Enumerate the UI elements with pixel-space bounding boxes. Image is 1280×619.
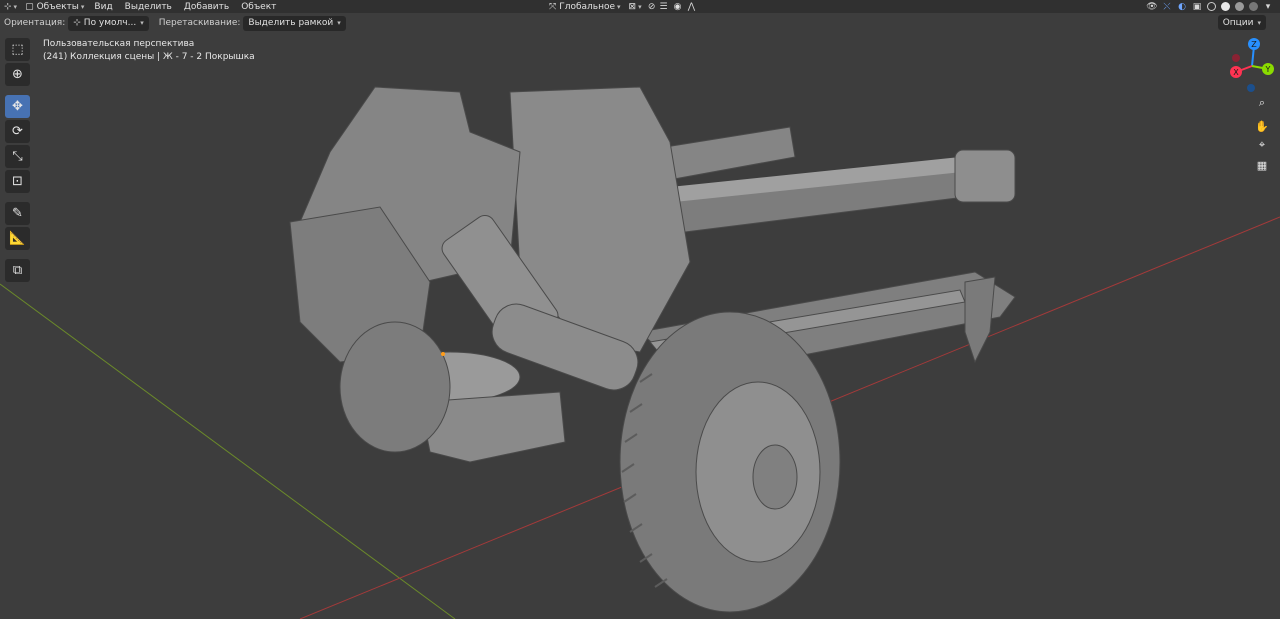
drag-label: Перетаскивание:	[158, 18, 241, 28]
3d-viewport[interactable]: Пользовательская перспектива (241) Колле…	[0, 32, 1280, 619]
gizmo-toggle-icon[interactable]: ⤬	[1161, 1, 1173, 13]
viewport-header: ⊹ ▾ ▢ Объекты ▾ Вид Выделить Добавить Объек…	[0, 0, 1280, 13]
grid-perspective-icon[interactable]: ▦	[1253, 156, 1271, 174]
tool-settings-header: Ориентация: ⊹ По умолч... ▾ Перетаскивание…	[0, 14, 1280, 32]
overlays-icon[interactable]: ◐	[1176, 1, 1188, 13]
gizmo-neg-x[interactable]	[1232, 54, 1240, 62]
transform-icon[interactable]: ⊡	[5, 170, 30, 193]
rendered-shading-icon[interactable]	[1249, 2, 1258, 11]
menu-object[interactable]: Объект	[235, 2, 282, 12]
3d-cursor	[441, 352, 445, 356]
svg-text:Z: Z	[1251, 40, 1257, 49]
collection-info: (241) Коллекция сцены | Ж - 7 - 2 Покрыш…	[43, 52, 255, 62]
solid-shading-icon[interactable]	[1221, 2, 1230, 11]
pivot-icon: ⊠	[628, 1, 637, 12]
drag-select[interactable]: Выделить рамкой ▾	[243, 15, 346, 31]
pivot-point-select[interactable]: ⊠ ▾	[625, 0, 646, 13]
shading-options-icon[interactable]: ▾	[1262, 1, 1274, 13]
gizmo-neg-z[interactable]	[1247, 84, 1255, 92]
editor-type-button[interactable]: ⊹ ▾	[0, 0, 21, 13]
proportional-icon: ◉	[673, 1, 682, 12]
transform-orientation-select[interactable]: ⤧ Глобальное ▾	[545, 0, 625, 13]
camera-icon[interactable]: ⌖	[1253, 136, 1271, 154]
viewport-info: Пользовательская перспектива (241) Колле…	[43, 38, 255, 64]
view-name: Пользовательская перспектива	[43, 39, 195, 49]
cursor-icon[interactable]: ⊕	[5, 63, 30, 86]
object-mode-icon: ▢	[25, 1, 34, 12]
chevron-down-icon: ▾	[1257, 18, 1261, 27]
options-button[interactable]: Опции ▾	[1217, 15, 1266, 30]
move-icon[interactable]: ✥	[5, 95, 30, 118]
falloff-icon[interactable]: ⋀	[685, 1, 697, 13]
svg-text:Y: Y	[1265, 65, 1271, 74]
material-shading-icon[interactable]	[1235, 2, 1244, 11]
orientation-label: Ориентация:	[4, 18, 66, 28]
toolbar: ⬚ ⊕ ✥ ⟳ ⤡ ⊡ ✎ 📐 ⧉	[5, 38, 30, 282]
snap-target-icon[interactable]: ☰	[658, 1, 670, 13]
orientation-icon: ⊹	[73, 18, 81, 28]
select-box-icon[interactable]: ⬚	[5, 38, 30, 61]
chevron-down-icon: ▾	[80, 2, 85, 11]
proportional-edit-toggle[interactable]: ◉	[670, 0, 686, 13]
menu-select[interactable]: Выделить	[119, 2, 178, 12]
chevron-down-icon: ▾	[337, 19, 341, 27]
visibility-icon[interactable]: 👁	[1146, 1, 1158, 13]
chevron-down-icon: ▾	[638, 2, 642, 11]
snap-icon[interactable]: ⊘	[646, 1, 658, 13]
zoom-icon[interactable]: ⌕	[1253, 94, 1271, 112]
chevron-down-icon: ▾	[13, 2, 18, 11]
mode-select[interactable]: ▢ Объекты ▾	[21, 0, 88, 13]
navigation-gizmo[interactable]: Z X Y	[1210, 36, 1280, 106]
pan-hand-icon[interactable]: ✋	[1253, 117, 1271, 135]
measure-icon[interactable]: 📐	[5, 227, 30, 250]
menu-add[interactable]: Добавить	[178, 2, 235, 12]
add-cube-icon[interactable]: ⧉	[5, 259, 30, 282]
annotate-icon[interactable]: ✎	[5, 202, 30, 225]
svg-text:X: X	[1233, 68, 1239, 77]
editor-type-icon: ⊹	[4, 1, 12, 12]
gun-model[interactable]	[289, 86, 1016, 613]
rotate-icon[interactable]: ⟳	[5, 120, 30, 143]
orientation-icon: ⤧	[549, 1, 557, 12]
chevron-down-icon: ▾	[617, 2, 621, 11]
chevron-down-icon: ▾	[140, 19, 144, 27]
orientation-select[interactable]: ⊹ По умолч... ▾	[68, 15, 149, 31]
xray-icon[interactable]: ▣	[1191, 1, 1203, 13]
scale-icon[interactable]: ⤡	[5, 145, 30, 168]
wireframe-shading-icon[interactable]	[1207, 2, 1216, 11]
viewport-canvas[interactable]	[0, 32, 1280, 619]
menu-view[interactable]: Вид	[88, 2, 118, 12]
